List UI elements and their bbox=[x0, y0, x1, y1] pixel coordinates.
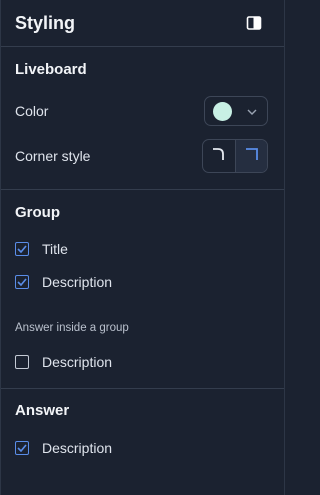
square-corner-option[interactable] bbox=[235, 140, 267, 172]
corner-style-label: Corner style bbox=[15, 148, 91, 164]
answer-description-checkbox-row[interactable]: Description bbox=[1, 438, 284, 458]
checkbox-checked[interactable] bbox=[15, 275, 29, 289]
rounded-corner-option[interactable] bbox=[203, 140, 235, 172]
answer-inside-group-label: Answer inside a group bbox=[15, 322, 129, 334]
checkbox-checked[interactable] bbox=[15, 441, 29, 455]
rounded-corner-icon bbox=[212, 147, 226, 166]
panel-toggle-icon[interactable] bbox=[246, 15, 262, 31]
checkbox-label: Description bbox=[42, 354, 113, 370]
checkbox-label: Description bbox=[42, 440, 113, 456]
answer-section-title: Answer bbox=[15, 402, 70, 419]
corner-style-toggle bbox=[202, 139, 268, 173]
color-label: Color bbox=[15, 103, 49, 119]
color-picker-dropdown[interactable] bbox=[204, 96, 268, 126]
square-corner-icon bbox=[245, 147, 259, 166]
color-row: Color bbox=[1, 95, 284, 127]
corner-style-row: Corner style bbox=[1, 139, 284, 173]
description-checkbox-row[interactable]: Description bbox=[1, 272, 284, 292]
chevron-down-icon bbox=[247, 102, 257, 120]
checkbox-unchecked[interactable] bbox=[15, 355, 29, 369]
checkbox-checked[interactable] bbox=[15, 242, 29, 256]
checkbox-label: Description bbox=[42, 274, 113, 290]
answer-inside-description-checkbox-row[interactable]: Description bbox=[1, 352, 284, 372]
panel-title: Styling bbox=[15, 12, 76, 33]
liveboard-section: Liveboard Color Corner style bbox=[1, 47, 284, 190]
styling-panel: Styling Liveboard Color Corner style Gro… bbox=[0, 0, 285, 495]
panel-header: Styling bbox=[1, 0, 284, 47]
group-section-title: Group bbox=[15, 204, 60, 221]
liveboard-section-title: Liveboard bbox=[15, 61, 87, 78]
title-checkbox-row[interactable]: Title bbox=[1, 239, 284, 259]
answer-section: Answer Description bbox=[1, 389, 284, 458]
checkbox-label: Title bbox=[42, 241, 68, 257]
group-section: Group Title Description Answer inside a … bbox=[1, 190, 284, 389]
color-swatch bbox=[213, 101, 232, 121]
